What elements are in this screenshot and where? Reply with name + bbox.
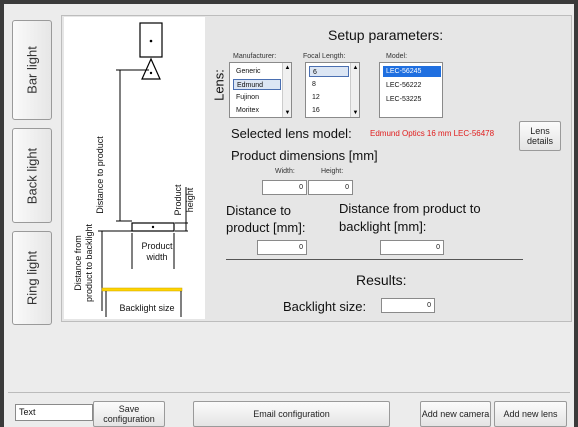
save-button-label-line1: Save [118, 404, 140, 414]
tab-ring-light[interactable]: Ring light [12, 231, 52, 325]
backlight-size-output: 0 [381, 298, 435, 313]
tab-bar-light[interactable]: Bar light [12, 20, 52, 120]
list-item[interactable]: LEC-56222 [383, 80, 441, 91]
model-list[interactable]: LEC-56245 LEC-56222 LEC-53225 [379, 62, 443, 118]
distance-backlight-label-line2: product to backlight [84, 223, 94, 303]
distance-to-backlight-field-label-line2: backlight [mm]: [339, 219, 427, 234]
list-item[interactable]: 12 [309, 92, 349, 103]
scroll-down-icon[interactable]: ▼ [351, 110, 359, 116]
email-button-label: Email configuration [253, 409, 330, 419]
product-height-label-line2: height [185, 187, 195, 213]
product-width-input[interactable]: 0 [262, 180, 307, 195]
tab-back-light-label: Back light [24, 147, 40, 204]
product-height-label-line1: Product [173, 184, 183, 216]
list-item[interactable]: LEC-53225 [383, 94, 441, 105]
selected-lens-value: Edmund Optics 16 mm LEC-56478 [370, 129, 495, 138]
focal-length-header: Focal Length: [303, 53, 346, 60]
lens-details-label-line2: details [526, 136, 553, 146]
selected-lens-label: Selected lens model: [231, 126, 352, 141]
scroll-down-icon[interactable]: ▼ [283, 110, 291, 116]
distance-to-product-label: Distance to product [95, 136, 105, 214]
save-configuration-button[interactable]: Save configuration [93, 401, 165, 427]
lens-details-label-line1: Lens [530, 126, 550, 136]
manufacturer-list[interactable]: Generic Edmund Fujinon Moritex ▲ ▼ [229, 62, 292, 118]
list-item[interactable]: 6 [309, 66, 349, 77]
tab-bar-light-label: Bar light [24, 46, 40, 94]
tab-ring-light-label: Ring light [24, 250, 40, 306]
manufacturer-header: Manufacturer: [233, 53, 277, 60]
product-width-label-line1: Product [141, 241, 173, 251]
model-header: Model: [386, 53, 408, 60]
backlight-size-label: Backlight size: [283, 299, 367, 314]
list-item[interactable]: Moritex [233, 105, 281, 116]
distance-to-backlight-field-label-line1: Distance from product to [339, 201, 481, 216]
distance-backlight-label-line1: Distance from [73, 235, 83, 291]
add-lens-label: Add new lens [503, 409, 558, 419]
save-button-label-line2: configuration [103, 414, 155, 424]
distance-to-backlight-input[interactable]: 0 [380, 240, 444, 255]
scroll-up-icon[interactable]: ▲ [351, 65, 359, 71]
focal-length-list[interactable]: 6 8 12 16 ▲ ▼ [305, 62, 360, 118]
product-width-label-line2: width [146, 252, 168, 262]
setup-title: Setup parameters: [328, 27, 444, 43]
setup-diagram: Distance to product Product height Dista… [64, 17, 205, 319]
distance-to-product-field-label-line1: Distance to [226, 203, 292, 218]
lens-label-box: Lens: [207, 65, 231, 105]
height-label: Height: [321, 168, 344, 175]
email-configuration-button[interactable]: Email configuration [193, 401, 390, 427]
manufacturer-scrollbar[interactable]: ▲ ▼ [282, 63, 291, 117]
list-item[interactable]: Generic [233, 66, 281, 77]
list-item[interactable]: Fujinon [233, 92, 281, 103]
add-new-camera-button[interactable]: Add new camera [420, 401, 491, 427]
width-label: Width: [275, 168, 295, 175]
bottom-separator [8, 392, 570, 393]
lens-details-button[interactable]: Lens details [519, 121, 561, 151]
list-item[interactable]: LEC-56245 [383, 66, 441, 77]
product-height-input[interactable]: 0 [308, 180, 353, 195]
distance-to-product-input[interactable]: 0 [257, 240, 307, 255]
list-item[interactable]: 8 [309, 79, 349, 90]
tab-back-light[interactable]: Back light [12, 128, 52, 223]
distance-to-product-field-label-line2: product [mm]: [226, 220, 306, 235]
list-item[interactable]: Edmund [233, 79, 281, 90]
list-item[interactable]: 16 [309, 105, 349, 116]
backlight-size-diagram-label: Backlight size [119, 303, 175, 313]
divider [226, 259, 523, 260]
text-input[interactable]: Text [15, 404, 93, 421]
product-dimensions-title: Product dimensions [mm] [231, 148, 378, 163]
lens-label: Lens: [211, 69, 227, 101]
add-new-lens-button[interactable]: Add new lens [494, 401, 567, 427]
results-title: Results: [356, 272, 407, 288]
focal-length-scrollbar[interactable]: ▲ ▼ [350, 63, 359, 117]
scroll-up-icon[interactable]: ▲ [283, 65, 291, 71]
add-camera-label: Add new camera [421, 409, 490, 419]
